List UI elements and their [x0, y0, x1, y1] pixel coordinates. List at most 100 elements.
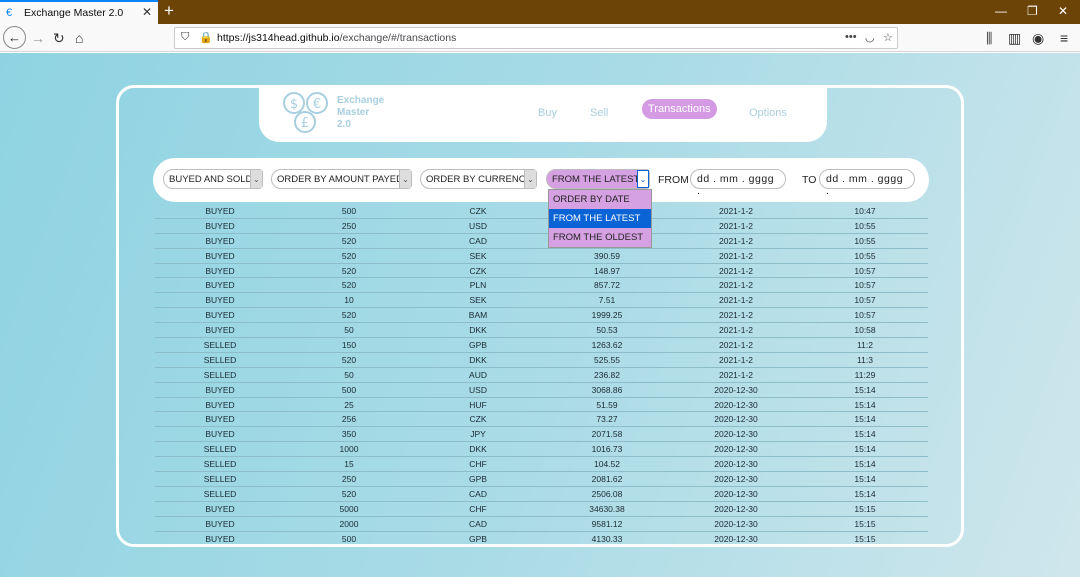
tx-amount-cell: 250 — [341, 474, 357, 485]
forward-icon[interactable]: → — [31, 28, 45, 48]
tx-time-cell: 15:14 — [854, 414, 876, 425]
tx-time-cell: 15:14 — [854, 488, 876, 499]
nav-sell[interactable]: Sell — [590, 107, 608, 119]
tx-currency-cell: CZK — [469, 414, 487, 425]
tx-amount-cell: 1000 — [339, 444, 359, 455]
table-row: SELLED 1000 DKK 1016.73 2020-12-30 15:14 — [155, 442, 928, 458]
svg-text:$: $ — [290, 97, 298, 112]
url-bar[interactable]: ⛉ 🔒 https://js314head.github.io/exchange… — [174, 27, 898, 49]
filter-bar: BUYED AND SOLD ⌄ ORDER BY AMOUNT PAYED ⌄ O… — [153, 158, 929, 202]
to-date-input[interactable]: dd . mm . gggg . — [819, 169, 915, 197]
bookmark-star-icon[interactable]: ☆ — [883, 31, 893, 44]
page-background: $ € £ Exchange Master 2.0 Buy Sell Trans… — [0, 53, 1080, 577]
tx-type-cell: SELLED — [203, 459, 237, 470]
table-row: SELLED 520 DKK 525.55 2021-1-2 11:3 — [155, 353, 928, 368]
table-row: BUYED 520 PLN 857.72 2021-1-2 10:57 — [155, 278, 928, 294]
chevron-down-icon[interactable]: ⌄ — [399, 170, 411, 188]
tx-type-cell: SELLED — [203, 444, 237, 455]
nav-transactions[interactable]: Transactions — [642, 99, 717, 119]
type-filter-select[interactable]: BUYED AND SOLD ⌄ — [163, 169, 263, 189]
tx-amount-cell: 150 — [341, 340, 357, 351]
minimize-icon[interactable]: — — [995, 4, 1007, 18]
tx-currency-cell: PLN — [469, 280, 487, 291]
lock-icon[interactable]: 🔒 — [199, 31, 213, 44]
amount-order-select[interactable]: ORDER BY AMOUNT PAYED ⌄ — [271, 169, 412, 189]
tx-currency-cell: GPB — [469, 340, 487, 351]
table-row: SELLED 250 GPB 2081.62 2020-12-30 15:14 — [155, 472, 928, 487]
tx-time-cell: 11:2 — [857, 340, 873, 351]
tx-currency-cell: CAD — [469, 518, 487, 529]
tx-time-cell: 15:14 — [854, 474, 876, 485]
nav-options[interactable]: Options — [749, 107, 787, 119]
tx-date-cell: 2020-12-30 — [714, 533, 758, 544]
sidebar-icon[interactable]: ▥ — [1008, 28, 1021, 48]
dropdown-option[interactable]: FROM THE OLDEST — [549, 228, 651, 247]
back-icon[interactable]: ← — [3, 26, 26, 49]
library-icon[interactable]: ⫼ — [986, 28, 992, 48]
tx-type-cell: BUYED — [205, 206, 235, 216]
tx-date-cell: 2020-12-30 — [714, 444, 758, 455]
tx-currency-cell: USD — [469, 384, 487, 395]
page-actions-icon[interactable]: ••• — [845, 31, 857, 43]
tx-amount-cell: 256 — [341, 414, 357, 425]
tx-type-cell: BUYED — [205, 250, 235, 261]
tx-currency-cell: GPB — [469, 474, 487, 485]
currency-order-select[interactable]: ORDER BY CURRENCY ⌄ — [420, 169, 537, 189]
chevron-down-icon[interactable]: ⌄ — [250, 170, 262, 188]
table-row: BUYED 256 CZK 73.27 2020-12-30 15:14 — [155, 412, 928, 428]
table-row: BUYED 10 SEK 7.51 2021-1-2 10:57 — [155, 293, 928, 309]
tx-payed-cell: 104.52 — [594, 459, 620, 470]
tx-date-cell: 2021-1-2 — [718, 265, 754, 276]
tx-date-cell: 2020-12-30 — [714, 399, 758, 410]
tx-currency-cell: DKK — [469, 444, 487, 455]
dropdown-option[interactable]: ORDER BY DATE — [549, 190, 651, 209]
tx-time-cell: 15:14 — [854, 429, 876, 440]
tx-payed-cell: 50.53 — [596, 325, 618, 336]
chevron-down-icon[interactable]: ⌄ — [524, 170, 536, 188]
home-icon[interactable]: ⌂ — [75, 28, 83, 48]
account-icon[interactable]: ◉ — [1032, 28, 1044, 48]
tx-date-cell: 2020-12-30 — [714, 384, 758, 395]
table-row: SELLED 15 CHF 104.52 2020-12-30 15:14 — [155, 457, 928, 473]
tx-time-cell: 15:15 — [854, 533, 876, 544]
tx-amount-cell: 520 — [341, 488, 357, 499]
tx-amount-cell: 2000 — [339, 518, 359, 529]
menu-icon[interactable]: ≡ — [1060, 28, 1068, 48]
table-row: BUYED 350 JPY 2071.58 2020-12-30 15:14 — [155, 427, 928, 443]
date-order-select[interactable]: FROM THE LATEST ⌄ — [546, 169, 650, 189]
tx-payed-cell: 2071.58 — [591, 429, 623, 440]
tx-date-cell: 2021-1-2 — [718, 340, 754, 351]
tx-payed-cell: 390.59 — [594, 250, 620, 261]
tx-payed-cell: 7.51 — [598, 295, 616, 306]
tx-type-cell: BUYED — [205, 503, 235, 514]
restore-icon[interactable]: ❐ — [1027, 4, 1038, 18]
tx-amount-cell: 500 — [341, 206, 357, 216]
tx-payed-cell: 4130.33 — [591, 533, 623, 544]
chevron-down-icon[interactable]: ⌄ — [637, 170, 649, 188]
tx-type-cell: BUYED — [205, 518, 235, 529]
tab-exchange-master[interactable]: € Exchange Master 2.0 ✕ — [0, 0, 158, 24]
tx-payed-cell: 236.82 — [594, 369, 620, 380]
new-tab-icon[interactable]: + — [164, 1, 174, 21]
tx-currency-cell: HUF — [469, 399, 487, 410]
reload-icon[interactable]: ↻ — [53, 28, 65, 48]
tx-currency-cell: CHF — [469, 503, 487, 514]
tx-type-cell: BUYED — [205, 295, 235, 306]
tx-type-cell: BUYED — [205, 310, 235, 321]
shield-icon[interactable]: ⛉ — [181, 31, 189, 44]
nav-buy[interactable]: Buy — [538, 107, 557, 119]
tx-payed-cell: 73.27 — [596, 414, 618, 425]
pocket-icon[interactable]: ◡ — [865, 31, 875, 44]
close-tab-icon[interactable]: ✕ — [142, 5, 152, 19]
from-date-input[interactable]: dd . mm . gggg . — [690, 169, 786, 197]
window-close-icon[interactable]: ✕ — [1058, 4, 1068, 18]
tx-type-cell: SELLED — [203, 354, 237, 365]
tx-type-cell: BUYED — [205, 280, 235, 291]
brand-name: Exchange Master 2.0 — [337, 95, 385, 130]
tx-amount-cell: 500 — [341, 533, 357, 544]
tx-amount-cell: 250 — [341, 220, 357, 231]
tx-currency-cell: BAM — [468, 310, 488, 321]
tx-currency-cell: AUD — [469, 369, 487, 380]
browser-toolbar: ← → ↻ ⌂ ⛉ 🔒 https://js314head.github.io/… — [0, 24, 1080, 52]
dropdown-option[interactable]: FROM THE LATEST — [549, 209, 651, 228]
